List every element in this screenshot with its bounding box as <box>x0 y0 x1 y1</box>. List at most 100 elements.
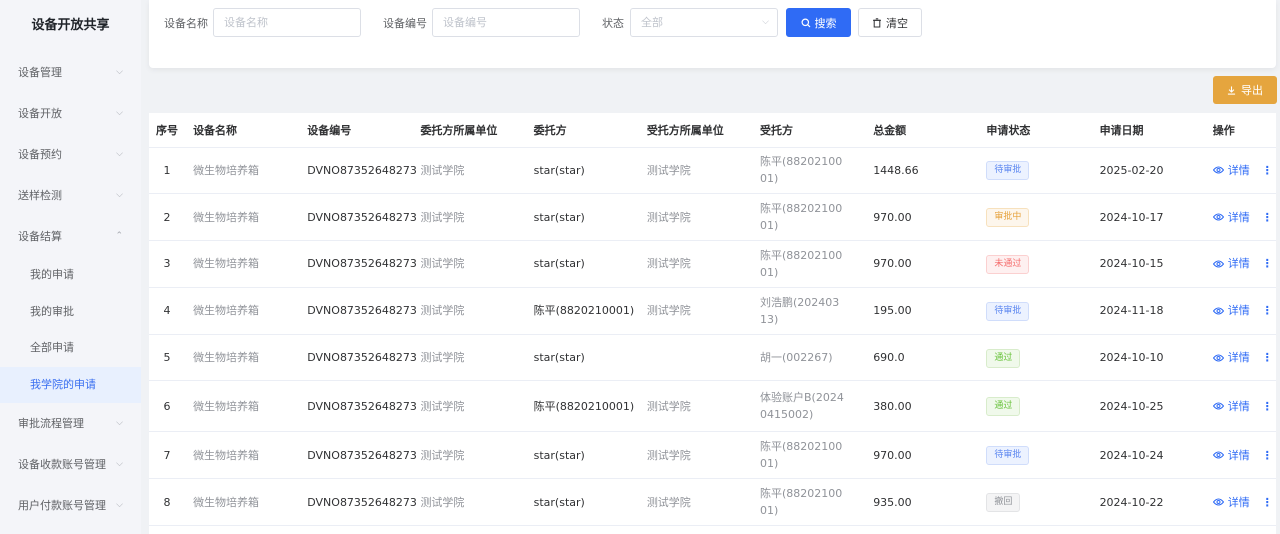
cell-index: 2 <box>149 193 186 242</box>
status-badge: 未通过 <box>986 254 1030 274</box>
detail-link[interactable]: 详情 <box>1212 398 1250 415</box>
status-select[interactable]: 全部 ⌵ <box>630 8 778 37</box>
sidebar-item-label: 全部申请 <box>30 341 74 354</box>
cell-date: 2024-10-15 <box>1091 240 1205 288</box>
more-vertical-icon[interactable]: ⋮ <box>1262 349 1273 366</box>
more-vertical-icon[interactable]: ⋮ <box>1262 398 1273 415</box>
cell-device-name: 微生物培养箱 <box>185 147 300 195</box>
cell-trustee: 陈平(8820210001) <box>752 431 866 480</box>
cell-status: 审批中 <box>978 193 1092 242</box>
status-badge: 审批中 <box>986 208 1030 228</box>
cell-client-unit: 测试学院 <box>412 478 526 527</box>
cell-amount: 935.00 <box>865 478 979 527</box>
clear-button[interactable]: 清空 <box>858 8 922 37</box>
detail-link[interactable]: 详情 <box>1212 255 1250 272</box>
sidebar-item-device-management[interactable]: 设备管理 ⌵ <box>0 52 141 93</box>
sidebar-item-device-booking[interactable]: 设备预约 ⌵ <box>0 134 141 175</box>
eye-icon <box>1212 354 1224 362</box>
sidebar-item-device-open[interactable]: 设备开放 ⌵ <box>0 93 141 134</box>
status-badge: 撤回 <box>986 493 1021 513</box>
sidebar-item-label: 设备预约 <box>18 148 62 161</box>
more-vertical-icon[interactable]: ⋮ <box>1262 209 1273 226</box>
detail-link[interactable]: 详情 <box>1212 162 1250 179</box>
cell-amount: 690.0 <box>865 334 979 382</box>
cell-client: star(star) <box>525 147 639 195</box>
cell-status: 通过 <box>978 334 1092 382</box>
cell-actions: 详情 ⋮ <box>1204 380 1276 433</box>
table-body: 1 微生物培养箱 DVNO87352648273 测试学院 star(star) 测试学院… <box>149 147 1276 527</box>
cell-client-unit: 测试学院 <box>412 240 526 288</box>
column-header: 设备编号 <box>299 113 413 148</box>
sidebar-item-label: 设备结算 <box>18 230 62 243</box>
cell-actions: 详情 ⋮ <box>1204 478 1276 527</box>
status-select-value: 全部 <box>641 16 663 29</box>
sidebar-item-label: 我的审批 <box>30 304 74 318</box>
sidebar-item-label: 设备管理 <box>18 66 62 79</box>
more-vertical-icon[interactable]: ⋮ <box>1262 447 1273 464</box>
sidebar-item-payment-accounts[interactable]: 用户付款账号管理 ⌵ <box>0 485 141 526</box>
cell-trustee-unit: 测试学院 <box>638 147 752 195</box>
more-vertical-icon[interactable]: ⋮ <box>1262 162 1273 179</box>
cell-client-unit: 测试学院 <box>412 193 526 242</box>
device-code-input[interactable] <box>432 8 580 37</box>
detail-link[interactable]: 详情 <box>1212 302 1250 319</box>
sidebar-item-receiving-accounts[interactable]: 设备收款账号管理 ⌵ <box>0 444 141 485</box>
cell-device-code: DVNO87352648273 <box>299 240 417 288</box>
app-title: 设备开放共享 <box>31 18 110 33</box>
cell-amount: 970.00 <box>865 431 979 480</box>
column-header: 总金额 <box>865 113 979 148</box>
detail-link[interactable]: 详情 <box>1212 209 1250 226</box>
detail-link[interactable]: 详情 <box>1212 494 1250 511</box>
column-header: 申请状态 <box>978 113 1092 148</box>
cell-index: 7 <box>149 431 186 480</box>
cell-amount: 380.00 <box>865 380 979 433</box>
cell-device-name: 微生物培养箱 <box>185 287 300 335</box>
cell-device-name: 微生物培养箱 <box>185 380 300 433</box>
cell-amount: 970.00 <box>865 193 979 242</box>
cell-status: 撤回 <box>978 478 1092 527</box>
column-header: 操作 <box>1204 113 1276 148</box>
cell-trustee: 陈平(8820210001) <box>752 193 866 242</box>
cell-device-code: DVNO87352648273 <box>299 287 417 335</box>
settlement-submenu: 我的申请 我的审批 全部申请 我学院的申请 <box>0 257 141 403</box>
detail-link-label: 详情 <box>1227 257 1250 271</box>
sidebar-item-device-settlement[interactable]: 设备结算 ⌃ <box>0 216 141 257</box>
chevron-up-icon: ⌃ <box>115 231 123 241</box>
sidebar-item-label: 设备收款账号管理 <box>18 458 106 471</box>
sidebar-subitem-all-applications[interactable]: 全部申请 <box>0 330 141 367</box>
sidebar-subitem-my-approvals[interactable]: 我的审批 <box>0 294 141 331</box>
detail-link[interactable]: 详情 <box>1212 447 1250 464</box>
detail-link-label: 详情 <box>1227 304 1250 318</box>
sidebar-item-approval-flow[interactable]: 审批流程管理 ⌵ <box>0 403 141 444</box>
sidebar-subitem-college-applications[interactable]: 我学院的申请 <box>0 366 141 403</box>
more-vertical-icon[interactable]: ⋮ <box>1262 302 1273 319</box>
table-row: 1 微生物培养箱 DVNO87352648273 测试学院 star(star) 测试学院… <box>149 147 1276 195</box>
export-button[interactable]: 导出 <box>1213 76 1277 104</box>
cell-trustee-unit: 测试学院 <box>638 193 752 242</box>
table-row: 8 微生物培养箱 DVNO87352648273 测试学院 star(star) 测试学院… <box>149 478 1276 527</box>
cell-trustee: 陈平(8820210001) <box>752 240 866 288</box>
cell-date: 2024-10-22 <box>1091 478 1205 527</box>
eye-icon <box>1212 307 1224 315</box>
status-badge: 通过 <box>986 348 1021 368</box>
cell-status: 待审批 <box>978 287 1092 335</box>
eye-icon <box>1212 498 1224 506</box>
search-button[interactable]: 搜索 <box>786 8 851 37</box>
eye-icon <box>1212 451 1224 459</box>
cell-trustee-unit <box>638 334 752 382</box>
more-vertical-icon[interactable]: ⋮ <box>1262 255 1273 272</box>
sidebar-subitem-my-applications[interactable]: 我的申请 <box>0 257 141 294</box>
device-name-input[interactable] <box>213 8 361 37</box>
more-vertical-icon[interactable]: ⋮ <box>1262 494 1273 511</box>
chevron-down-icon: ⌵ <box>762 17 769 27</box>
cell-actions: 详情 ⋮ <box>1204 147 1276 195</box>
status-badge: 待审批 <box>986 301 1030 321</box>
export-button-label: 导出 <box>1241 84 1263 97</box>
column-header: 受托方 <box>752 113 866 148</box>
sidebar-item-sample-testing[interactable]: 送样检测 ⌵ <box>0 175 141 216</box>
chevron-down-icon: ⌵ <box>116 459 123 469</box>
detail-link[interactable]: 详情 <box>1212 349 1250 366</box>
cell-actions: 详情 ⋮ <box>1204 287 1276 335</box>
eye-icon <box>1212 213 1224 221</box>
cell-trustee: 陈平(8820210001) <box>752 478 866 527</box>
